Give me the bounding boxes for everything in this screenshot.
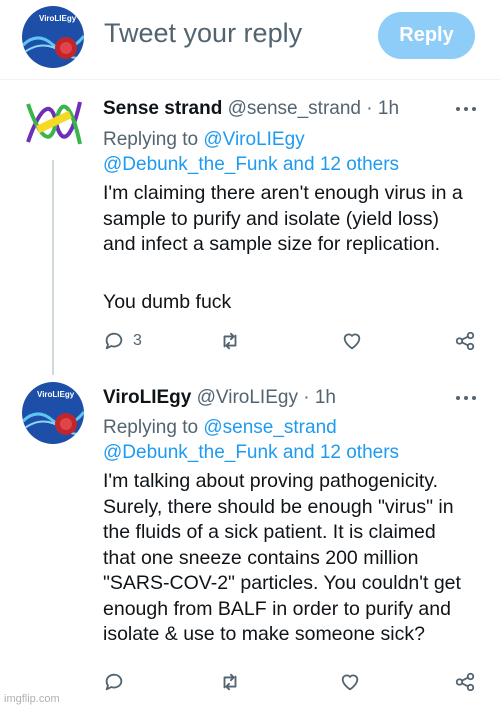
retweet-action[interactable]	[219, 670, 241, 694]
tweet-text-line: the fluids of a sick patient. It is clai…	[103, 520, 495, 546]
tweet-actions: 3	[103, 329, 483, 353]
replying-prefix: Replying to	[103, 129, 198, 150]
svg-text:ViroLIEgy: ViroLIEgy	[37, 390, 75, 399]
tweet-header: Sense strand @sense_strand · 1h	[103, 98, 399, 120]
heart-icon	[339, 671, 361, 693]
tweet-text-line: I'm claiming there aren't enough virus i…	[103, 181, 495, 207]
virolieggy-avatar[interactable]: ViroLIEgy	[22, 382, 84, 444]
more-dots-icon[interactable]	[456, 396, 476, 402]
share-icon	[454, 330, 476, 352]
display-name[interactable]: Sense strand	[103, 98, 222, 119]
reply-action[interactable]	[103, 670, 133, 694]
replying-others-link[interactable]: @Debunk_the_Funk and 12 others	[103, 440, 399, 465]
reply-bubble-icon	[103, 671, 125, 693]
tweet-body: I'm claiming there aren't enough virus i…	[103, 181, 495, 315]
share-action[interactable]	[454, 670, 476, 694]
like-action[interactable]	[339, 670, 361, 694]
reply-input[interactable]: Tweet your reply	[104, 18, 302, 49]
tweet-header: ViroLIEgy @ViroLIEgy · 1h	[103, 387, 336, 409]
tweet-text-line: isolate & use to make someone sick?	[103, 622, 495, 648]
imgflip-watermark: imgflip.com	[4, 693, 60, 705]
tweet-text-line: that one sneeze contains 200 million	[103, 546, 495, 572]
sense-strand-avatar[interactable]	[22, 92, 84, 154]
tweet-text-line	[103, 258, 495, 290]
timestamp[interactable]: 1h	[378, 98, 399, 119]
tweet-text-line: sample to purify and isolate (yield loss…	[103, 207, 495, 233]
retweet-action[interactable]	[219, 329, 241, 353]
tweet-text-line: You dumb fuck	[103, 290, 495, 316]
tweet-text-line: I'm talking about proving pathogenicity.	[103, 469, 495, 495]
replying-to: Replying to @sense_strand	[103, 415, 337, 440]
heart-icon	[341, 330, 363, 352]
retweet-icon	[219, 671, 241, 693]
reply-count: 3	[133, 332, 142, 350]
retweet-icon	[219, 330, 241, 352]
share-icon	[454, 671, 476, 693]
replying-others-link[interactable]: @Debunk_the_Funk and 12 others	[103, 152, 399, 177]
tweet-text-line: enough from BALF in order to purify and	[103, 597, 495, 623]
reply-composer: ViroLIEgy Tweet your reply Reply	[0, 0, 500, 80]
tweet-body: I'm talking about proving pathogenicity.…	[103, 469, 495, 648]
replying-to: Replying to @ViroLIEgy	[103, 127, 305, 152]
display-name[interactable]: ViroLIEgy	[103, 387, 191, 408]
replying-to-link[interactable]: @sense_strand	[203, 417, 336, 438]
replying-prefix: Replying to	[103, 417, 198, 438]
timestamp[interactable]: 1h	[315, 387, 336, 408]
tweet-actions	[103, 670, 483, 694]
reply-action[interactable]: 3	[103, 329, 142, 353]
like-action[interactable]	[341, 329, 363, 353]
handle[interactable]: @ViroLIEgy	[197, 387, 298, 408]
tweet-text-line: "SARS-COV-2" particles. You couldn't get	[103, 571, 495, 597]
user-avatar[interactable]: ViroLIEgy	[22, 6, 84, 68]
share-action[interactable]	[454, 329, 476, 353]
more-dots-icon[interactable]	[456, 107, 476, 113]
tweet-text-line: and infect a sample size for replication…	[103, 232, 495, 258]
svg-text:ViroLIEgy: ViroLIEgy	[39, 14, 77, 23]
reply-button[interactable]: Reply	[378, 12, 475, 59]
replying-to-link[interactable]: @ViroLIEgy	[203, 129, 304, 150]
tweet-text-line: Surely, there should be enough "virus" i…	[103, 495, 495, 521]
reply-bubble-icon	[103, 330, 125, 352]
thread-connector	[52, 160, 54, 375]
separator: ·	[303, 387, 309, 408]
handle[interactable]: @sense_strand	[228, 98, 361, 119]
separator: ·	[366, 98, 372, 119]
